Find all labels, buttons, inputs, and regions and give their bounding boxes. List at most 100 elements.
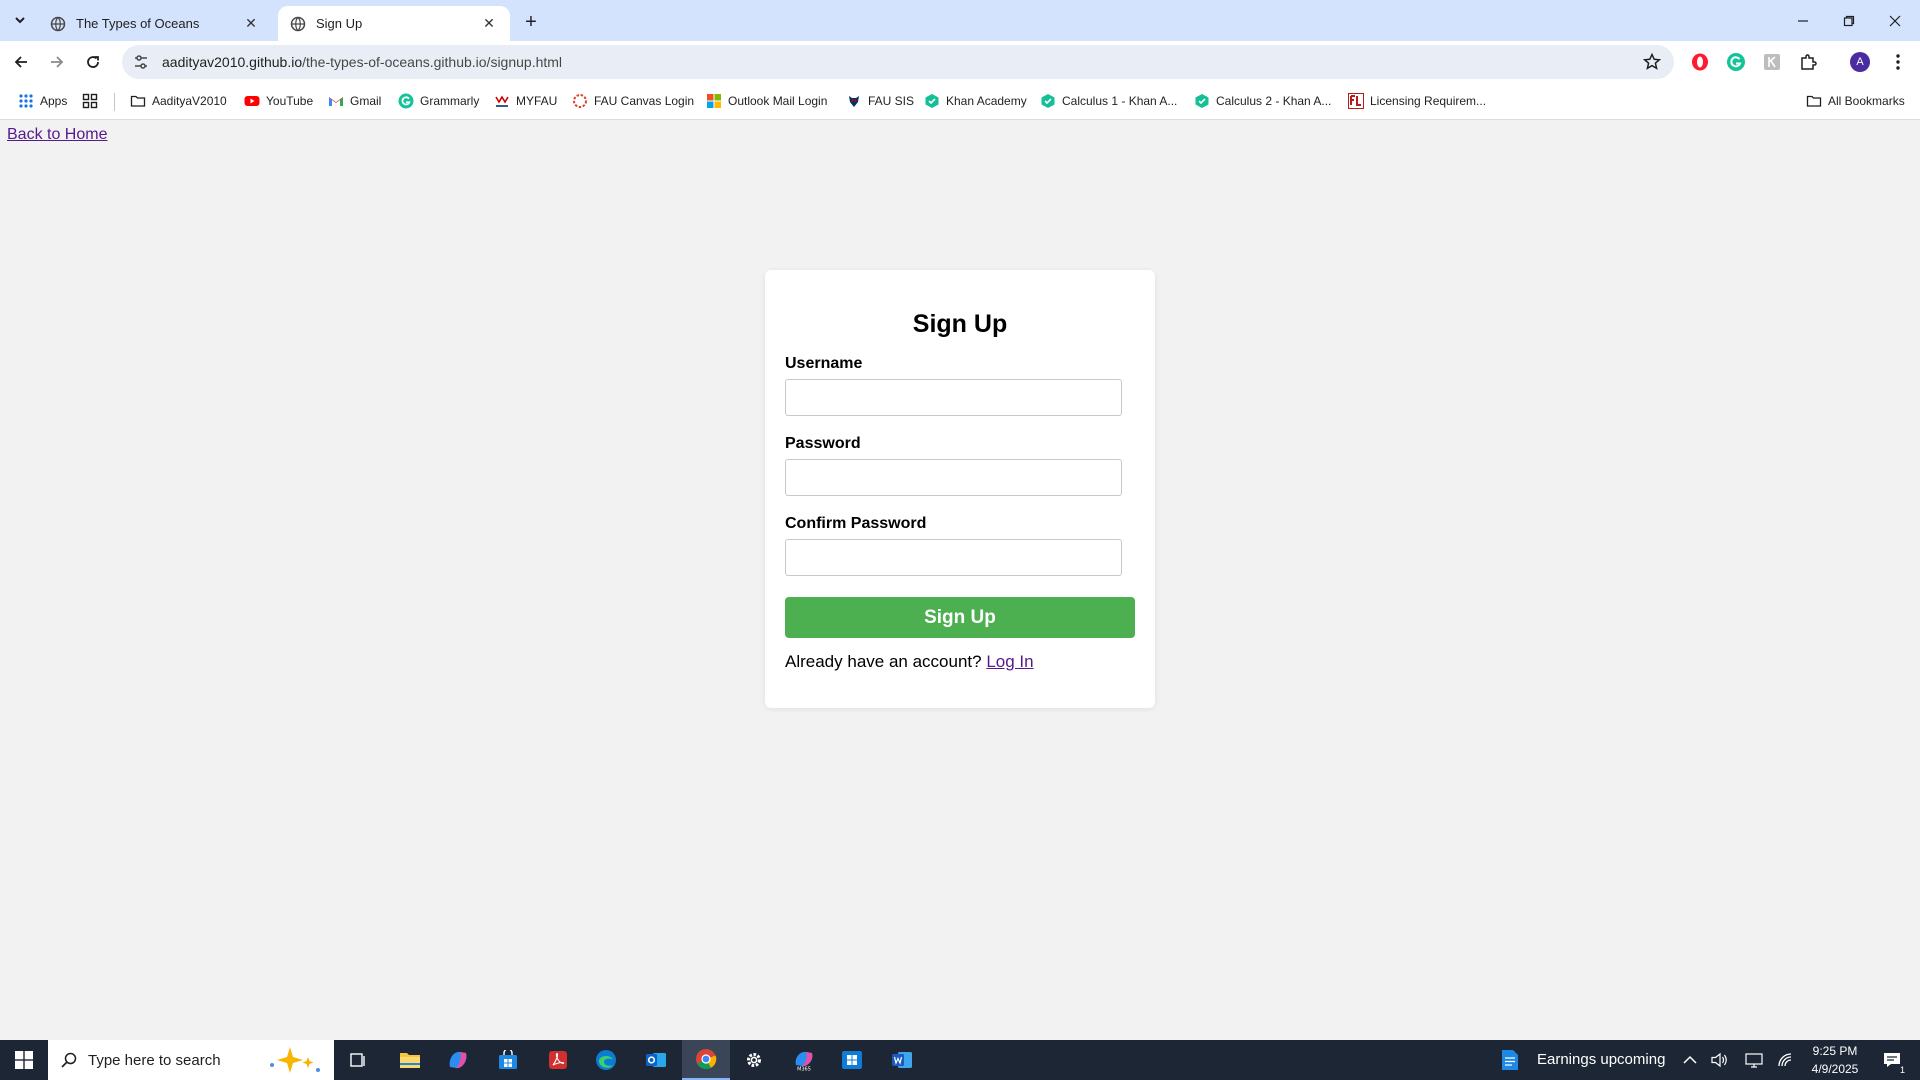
opera-extension-button[interactable]	[1688, 50, 1712, 74]
bookmark-khan-academy[interactable]: Khan Academy	[924, 91, 1027, 111]
menu-button[interactable]	[1886, 50, 1910, 74]
settings-app[interactable]	[730, 1040, 778, 1080]
tab-sign-up[interactable]: Sign Up ✕	[278, 6, 510, 41]
confirm-password-input[interactable]	[785, 539, 1122, 576]
forward-button[interactable]	[42, 47, 72, 77]
start-button[interactable]	[0, 1040, 48, 1080]
close-icon[interactable]: ✕	[242, 15, 260, 33]
canvas-icon	[573, 94, 587, 108]
extensions-button[interactable]	[1796, 50, 1820, 74]
news-icon	[1502, 1050, 1518, 1070]
puzzle-icon	[1801, 54, 1817, 70]
site-info-icon[interactable]	[132, 53, 150, 71]
bookmark-label: Calculus 2 - Khan A...	[1216, 94, 1332, 108]
acrobat-app[interactable]	[534, 1040, 582, 1080]
reload-icon	[87, 56, 99, 68]
search-icon	[61, 1052, 77, 1068]
m365-app[interactable]: M365	[780, 1040, 828, 1080]
tab-groups-button[interactable]	[82, 91, 104, 111]
bookmark-myfau[interactable]: MYFAU	[494, 91, 557, 111]
url-host: aadityav2010.github.io	[162, 54, 303, 70]
profile-button[interactable]: A	[1848, 50, 1872, 74]
restore-button[interactable]	[1826, 0, 1872, 41]
windows-taskbar: Type here to search M365 Earnings upcomi…	[0, 1040, 1920, 1080]
m365-icon: M365	[795, 1051, 813, 1071]
bookmark-fau-canvas[interactable]: FAU Canvas Login	[572, 91, 694, 111]
bookmarks-bar: Apps AadityaV2010 YouTube Gmail Grammarl…	[0, 83, 1920, 120]
bookmark-calculus-1[interactable]: Calculus 1 - Khan A...	[1040, 91, 1177, 111]
khan-academy-icon	[925, 94, 939, 108]
password-input[interactable]	[785, 459, 1122, 496]
edge-icon	[596, 1050, 616, 1070]
extension-tile-icon	[1764, 54, 1780, 70]
folder-icon	[130, 95, 146, 107]
address-bar[interactable]: aadityav2010.github.io/the-types-of-ocea…	[122, 45, 1674, 79]
new-tab-button[interactable]: +	[518, 9, 544, 35]
chevron-up-icon	[1683, 1055, 1697, 1064]
speaker-icon	[1711, 1052, 1727, 1068]
windows-app[interactable]	[828, 1040, 876, 1080]
bookmark-outlook[interactable]: Outlook Mail Login	[706, 91, 827, 111]
all-bookmarks-button[interactable]: All Bookmarks	[1806, 91, 1905, 111]
copilot-app[interactable]	[434, 1040, 482, 1080]
plus-icon: +	[525, 10, 537, 33]
bookmark-folder-aadityav2010[interactable]: AadityaV2010	[130, 91, 227, 111]
chrome-app[interactable]	[682, 1040, 730, 1080]
arrow-left-icon	[14, 56, 27, 68]
tab-search-button[interactable]	[6, 7, 34, 33]
gmail-icon	[329, 97, 343, 106]
puzzle-extension-button[interactable]	[1760, 50, 1784, 74]
word-app[interactable]	[878, 1040, 926, 1080]
bookmark-youtube[interactable]: YouTube	[244, 91, 313, 111]
notifications-button[interactable]: 1	[1872, 1040, 1912, 1080]
username-label: Username	[785, 355, 863, 372]
username-input[interactable]	[785, 379, 1122, 416]
url-path: /the-types-of-oceans.github.io/signup.ht…	[302, 54, 563, 70]
close-icon[interactable]: ✕	[480, 15, 498, 33]
news-headline[interactable]: Earnings upcoming	[1537, 1051, 1665, 1068]
copilot-icon	[449, 1051, 467, 1069]
tray-overflow-button[interactable]	[1676, 1040, 1704, 1080]
news-widget[interactable]	[1490, 1040, 1530, 1080]
tab-strip: The Types of Oceans ✕ Sign Up ✕ +	[0, 0, 1920, 41]
myfau-icon	[495, 95, 509, 107]
sign-up-button[interactable]: Sign Up	[785, 597, 1135, 638]
gear-icon	[747, 1053, 761, 1067]
bookmark-licensing[interactable]: Licensing Requirem...	[1348, 91, 1486, 111]
outlook-app[interactable]	[632, 1040, 680, 1080]
system-clock[interactable]: 9:25 PM 4/9/2025	[1800, 1042, 1870, 1078]
minimize-icon	[1798, 19, 1808, 22]
back-button[interactable]	[6, 47, 36, 77]
volume-button[interactable]	[1706, 1040, 1734, 1080]
edge-app[interactable]	[582, 1040, 630, 1080]
page-content: Back to Home Sign Up Username Password C…	[0, 120, 1920, 1040]
notification-count: 1	[1897, 1065, 1907, 1075]
network-button[interactable]	[1772, 1040, 1800, 1080]
tab-types-of-oceans[interactable]: The Types of Oceans ✕	[38, 6, 272, 41]
tab-title: Sign Up	[316, 16, 363, 31]
task-view-button[interactable]	[334, 1040, 382, 1080]
clock-date: 4/9/2025	[1811, 1062, 1859, 1076]
grammarly-extension-button[interactable]	[1724, 50, 1748, 74]
bookmark-grammarly[interactable]: Grammarly	[398, 91, 479, 111]
remote-desktop-icon	[842, 1051, 862, 1069]
back-to-home-link[interactable]: Back to Home	[7, 126, 107, 144]
restore-icon	[1843, 15, 1855, 26]
microsoft-store-app[interactable]	[484, 1040, 532, 1080]
file-explorer-app[interactable]	[386, 1040, 434, 1080]
bookmark-label: YouTube	[266, 94, 314, 108]
bookmark-label: FAU Canvas Login	[594, 94, 695, 108]
minimize-button[interactable]	[1780, 0, 1826, 41]
tab-title: The Types of Oceans	[76, 16, 200, 31]
log-in-link[interactable]: Log In	[986, 652, 1033, 671]
bookmark-apps[interactable]: Apps	[18, 91, 67, 111]
bookmark-calculus-2[interactable]: Calculus 2 - Khan A...	[1194, 91, 1331, 111]
bookmark-star-icon[interactable]	[1642, 52, 1662, 72]
close-window-button[interactable]	[1872, 0, 1918, 41]
reload-button[interactable]	[78, 47, 108, 77]
bookmark-gmail[interactable]: Gmail	[328, 91, 381, 111]
taskbar-search-box[interactable]: Type here to search	[48, 1040, 334, 1080]
display-button[interactable]	[1740, 1040, 1768, 1080]
bookmark-fau-sis[interactable]: FAU SIS	[846, 91, 914, 111]
wifi-icon	[1778, 1053, 1792, 1067]
